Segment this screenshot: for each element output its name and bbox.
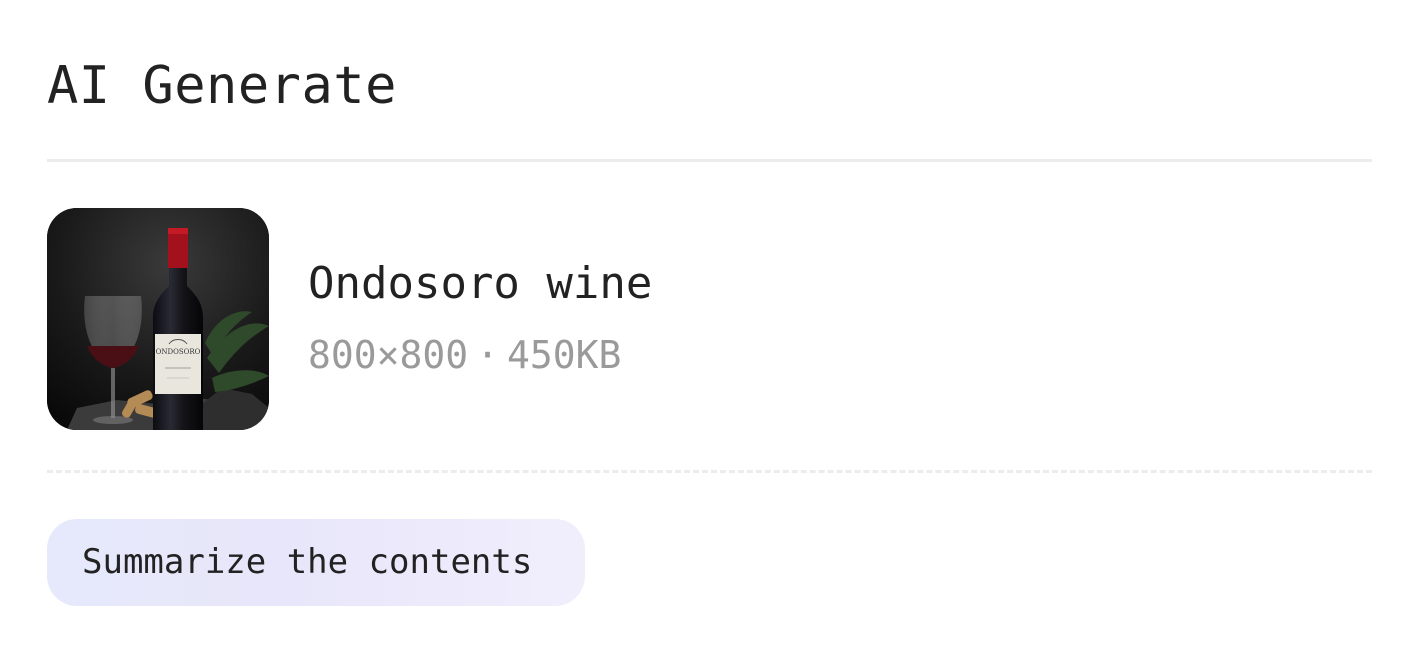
summarize-suggestion-button[interactable]: Summarize the contents — [47, 519, 585, 606]
wine-bottle-image: ONDOSORO — [47, 208, 269, 430]
file-dimensions: 800×800 — [308, 333, 469, 377]
file-name: Ondosoro wine — [308, 258, 653, 309]
panel-title: AI Generate — [47, 56, 397, 116]
header-divider — [47, 159, 1372, 162]
attached-file: ONDOSORO Ondosoro wine 800×800 · 450KB — [47, 208, 1372, 430]
section-divider — [47, 470, 1372, 473]
meta-separator: · — [476, 333, 500, 377]
file-thumbnail: ONDOSORO — [47, 208, 269, 430]
ai-generate-panel: AI Generate ONDOSORO Ondosoro wine 800×8… — [47, 0, 1372, 670]
file-meta: 800×800 · 450KB — [308, 330, 621, 380]
suggestion-label: Summarize the contents — [82, 542, 533, 582]
thumbnail-label-text: ONDOSORO — [156, 348, 201, 356]
file-size: 450KB — [507, 333, 622, 377]
